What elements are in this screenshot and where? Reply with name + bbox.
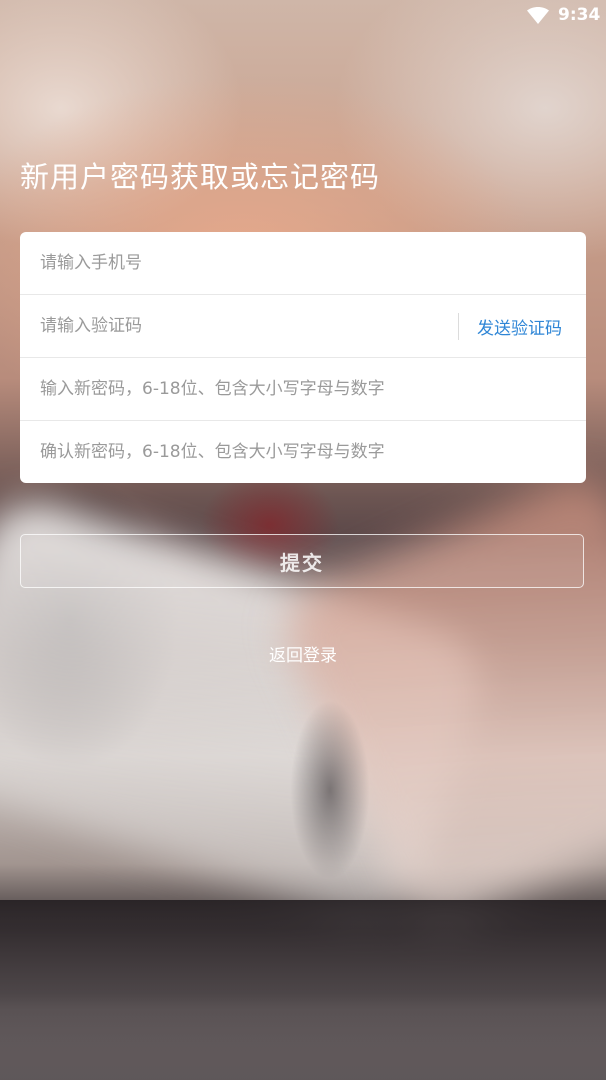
reset-password-form: 发送验证码 [20,232,586,483]
wifi-icon [527,7,549,24]
back-to-login-link[interactable]: 返回登录 [0,641,606,666]
verification-code-row: 发送验证码 [20,295,586,358]
new-password-row [20,358,586,421]
send-code-button[interactable]: 发送验证码 [477,314,562,339]
status-time: 9:34 [558,5,601,25]
submit-button[interactable]: 提交 [20,534,584,588]
new-password-input[interactable] [40,358,566,420]
page-title: 新用户密码获取或忘记密码 [20,160,381,194]
verification-code-input[interactable] [40,295,460,357]
confirm-password-row [20,421,586,483]
phone-input[interactable] [40,232,566,294]
confirm-password-input[interactable] [40,421,566,483]
status-bar: 9:34 [0,0,606,32]
vertical-divider [458,313,459,340]
phone-row [20,232,586,295]
